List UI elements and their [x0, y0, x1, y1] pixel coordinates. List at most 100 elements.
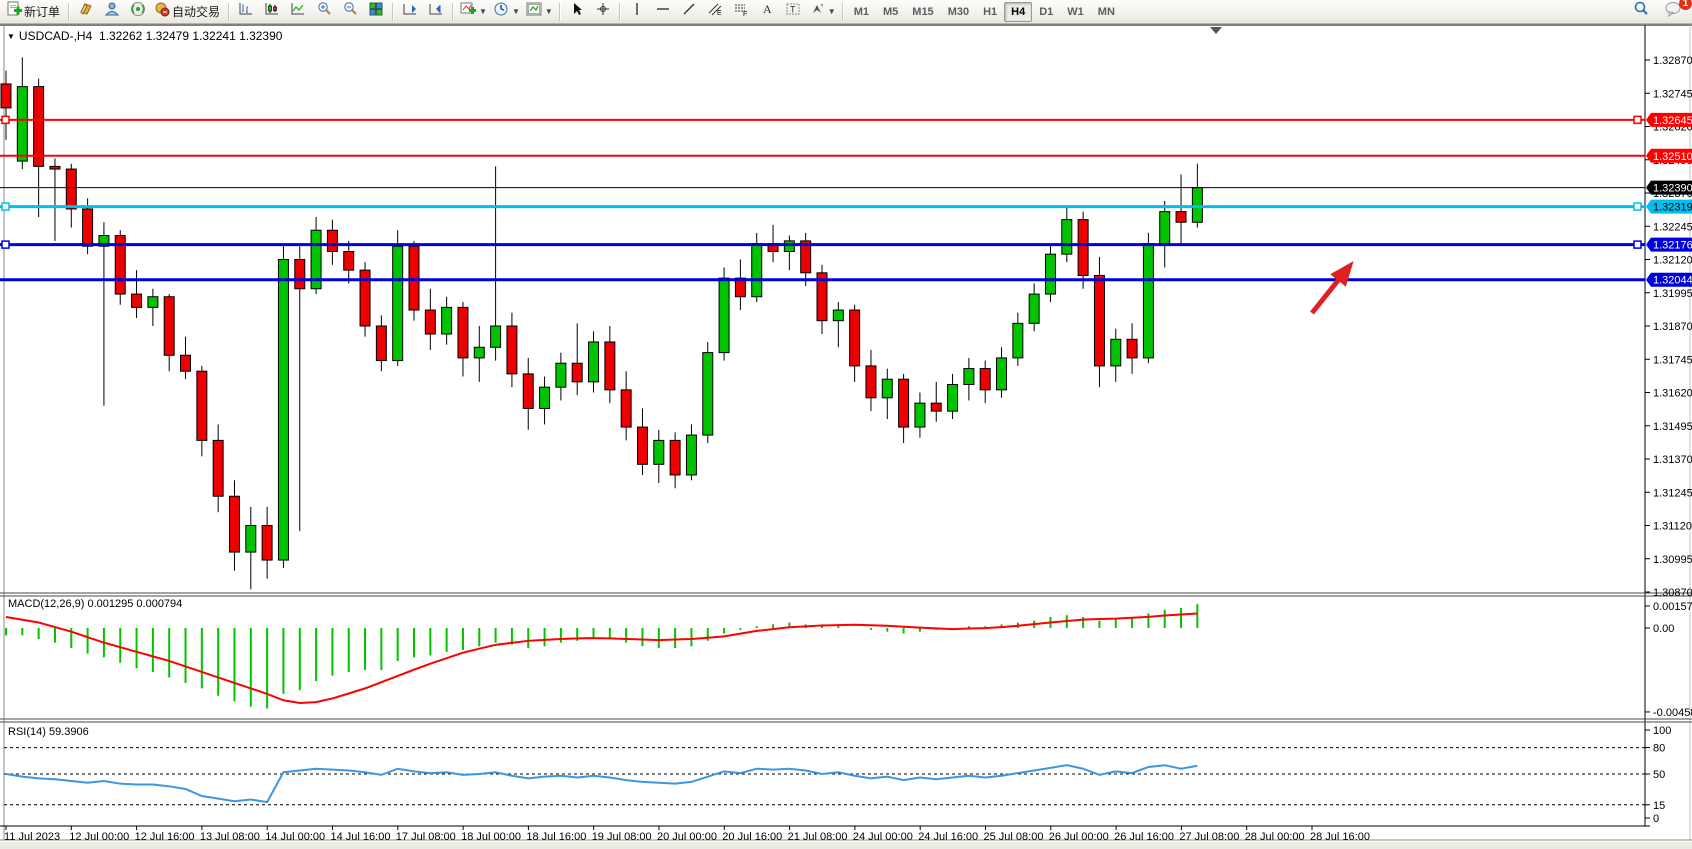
line-chart-button[interactable] [285, 1, 311, 23]
expert-advisor-button[interactable] [99, 1, 125, 23]
expert-advisor-icon [104, 1, 120, 22]
vertical-line-icon [629, 1, 645, 22]
timeframe-H1[interactable]: H1 [976, 2, 1004, 22]
svg-text:F: F [743, 11, 747, 17]
time-axis-label: 13 Jul 08:00 [200, 831, 260, 843]
time-axis-label: 28 Jul 00:00 [1245, 831, 1305, 843]
candlestick-chart-button[interactable] [259, 1, 285, 23]
arrows-button[interactable]: ▼ [806, 1, 839, 23]
candle-body [654, 440, 664, 464]
timeframe-M15[interactable]: M15 [905, 2, 940, 22]
candle-body [980, 369, 990, 390]
chart-window-alt-button[interactable] [423, 1, 449, 23]
candle-body [523, 374, 533, 409]
price-axis-label: 1.31745 [1653, 354, 1692, 366]
price-marker-value: 1.32510 [1653, 151, 1692, 163]
price-axis-label: 1.32745 [1653, 88, 1692, 100]
timeframe-M1[interactable]: M1 [847, 2, 876, 22]
price-axis-label: 1.30995 [1653, 554, 1692, 566]
candle-body [425, 310, 435, 334]
trendline-button[interactable] [676, 1, 702, 23]
price-axis-label: 1.32870 [1653, 55, 1692, 67]
candle-body [458, 307, 468, 358]
vertical-line-button[interactable] [624, 1, 650, 23]
tile-windows-button[interactable] [363, 1, 389, 23]
candle-body [278, 260, 288, 561]
price-marker: 1.32510 [1646, 149, 1692, 163]
chevron-down-icon: ▼ [545, 7, 553, 16]
line-handle[interactable] [1634, 116, 1641, 123]
chart-canvas[interactable]: 1.328701.327451.326201.324951.323701.322… [0, 0, 1692, 849]
add-indicator-button[interactable]: ▼ [457, 1, 490, 23]
candle-body [1029, 294, 1039, 323]
price-marker-value: 1.32319 [1653, 202, 1692, 214]
bar-chart-button[interactable] [233, 1, 259, 23]
time-axis-label: 14 Jul 00:00 [265, 831, 325, 843]
candle-body [997, 358, 1007, 390]
candle-body [948, 385, 958, 412]
crosshair-button[interactable] [590, 1, 616, 23]
timeframe-M5[interactable]: M5 [876, 2, 905, 22]
candle-body [17, 87, 27, 161]
time-axis-label: 19 Jul 08:00 [592, 831, 652, 843]
line-handle[interactable] [2, 241, 9, 248]
text-button[interactable]: A [754, 1, 780, 23]
cursor-button[interactable] [564, 1, 590, 23]
fibonacci-button[interactable]: F [728, 1, 754, 23]
rsi-axis-label: 15 [1653, 800, 1665, 812]
line-handle[interactable] [2, 116, 9, 123]
period-clock-button[interactable]: ▼ [490, 1, 523, 23]
window-edge [0, 842, 1692, 849]
signal-button[interactable] [125, 1, 151, 23]
chart-window-button[interactable] [397, 1, 423, 23]
autotrade-button[interactable]: 自动交易 [151, 1, 225, 23]
timeframe-MN[interactable]: MN [1091, 2, 1122, 22]
candle-body [784, 241, 794, 252]
candle-body [621, 390, 631, 427]
candle-body [931, 403, 941, 411]
timeframe-H4[interactable]: H4 [1004, 2, 1032, 22]
autotrade-icon [154, 1, 170, 22]
gold-seal-icon [78, 1, 94, 22]
notifications-button[interactable]: 1 [1660, 1, 1686, 23]
candle-body [66, 169, 76, 209]
line-handle[interactable] [1634, 241, 1641, 248]
text-label-button[interactable]: T [780, 1, 806, 23]
time-axis-label: 18 Jul 00:00 [461, 831, 521, 843]
horizontal-line-icon [655, 1, 671, 22]
equidistant-channel-button[interactable]: E [702, 1, 728, 23]
rsi-indicator-label: RSI(14) 59.3906 [8, 726, 89, 738]
zoom-out-button[interactable] [337, 1, 363, 23]
price-marker-value: 1.32044 [1653, 275, 1692, 287]
chart-window-alt-icon [428, 1, 444, 22]
search-button[interactable] [1628, 1, 1654, 23]
timeframe-D1[interactable]: D1 [1032, 2, 1060, 22]
timeframe-M30[interactable]: M30 [941, 2, 976, 22]
candle-body [262, 526, 272, 561]
price-axis-label: 1.32245 [1653, 221, 1692, 233]
line-handle[interactable] [2, 203, 9, 210]
template-button[interactable]: ▼ [523, 1, 556, 23]
candle-body [1127, 339, 1137, 358]
gold-seal-button[interactable] [73, 1, 99, 23]
candle-body [376, 326, 386, 361]
candle-body [866, 366, 876, 398]
time-axis-label: 12 Jul 00:00 [69, 831, 129, 843]
new-order-button[interactable]: 新订单 [3, 1, 65, 23]
tile-windows-icon [368, 1, 384, 22]
arrows-icon [809, 1, 825, 22]
horizontal-line-button[interactable] [650, 1, 676, 23]
timeframe-W1[interactable]: W1 [1060, 2, 1091, 22]
time-axis-label: 20 Jul 00:00 [657, 831, 717, 843]
zoom-in-button[interactable] [311, 1, 337, 23]
line-handle[interactable] [1634, 203, 1641, 210]
candle-body [34, 87, 44, 167]
line-chart-icon [290, 1, 306, 22]
separator [559, 3, 561, 21]
candle-body [833, 310, 843, 321]
candle-body [703, 353, 713, 435]
candle-body [213, 440, 223, 496]
candle-body [686, 435, 696, 475]
rsi-axis-label: 100 [1653, 725, 1671, 737]
time-axis-label: 26 Jul 00:00 [1049, 831, 1109, 843]
